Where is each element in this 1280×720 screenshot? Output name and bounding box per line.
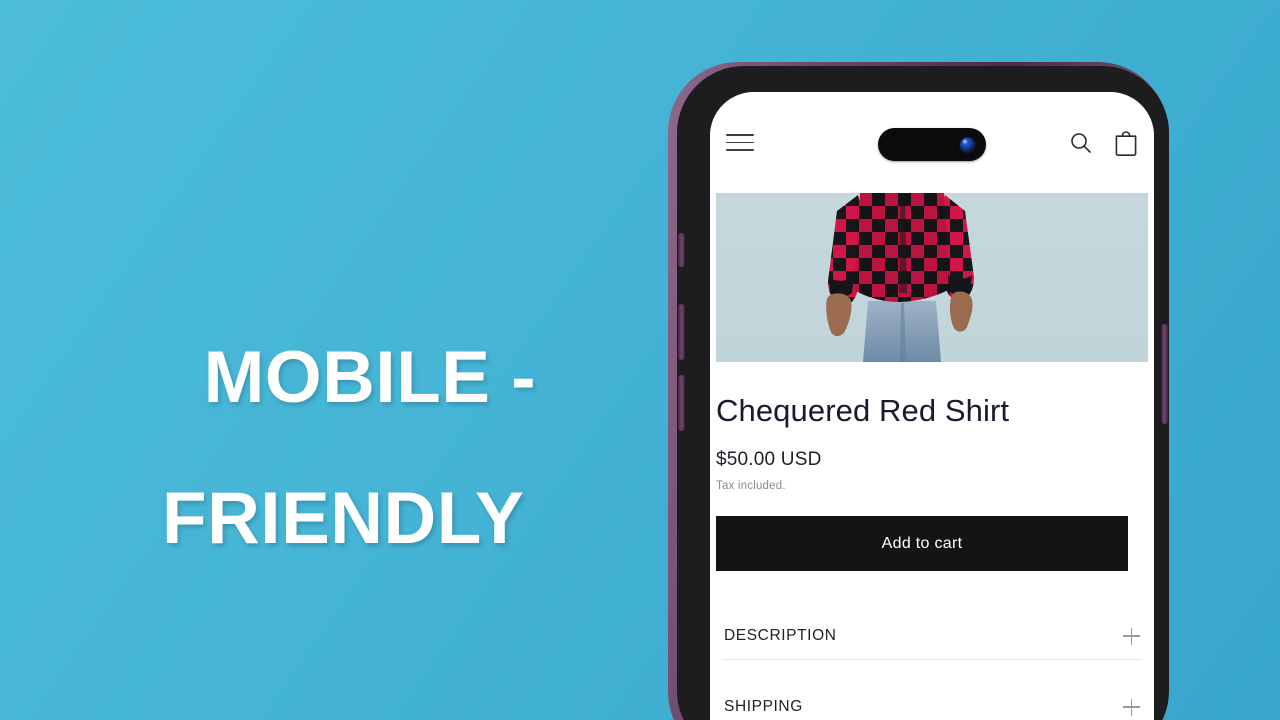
hamburger-menu-icon[interactable] <box>726 128 754 157</box>
product-image[interactable] <box>716 193 1148 362</box>
power-button[interactable] <box>1161 324 1168 424</box>
volume-up-button[interactable] <box>678 304 685 360</box>
front-camera-icon <box>960 137 975 152</box>
dynamic-island <box>878 128 986 161</box>
accordion-row-shipping[interactable]: SHIPPING <box>722 684 1142 720</box>
silence-switch[interactable] <box>678 233 685 267</box>
shopping-bag-icon[interactable] <box>1114 130 1138 156</box>
headline-line-1: MOBILE - <box>203 336 537 418</box>
accordion-label: SHIPPING <box>724 698 803 715</box>
plus-icon <box>1123 627 1140 645</box>
accordion-label: DESCRIPTION <box>724 627 837 644</box>
product-title: Chequered Red Shirt <box>716 393 1010 428</box>
phone-mockup: Chequered Red Shirt $50.00 USD Tax inclu… <box>663 62 1173 720</box>
plus-icon <box>1123 698 1140 716</box>
phone-screen: Chequered Red Shirt $50.00 USD Tax inclu… <box>710 92 1154 720</box>
headline-line-2: FRIENDLY <box>162 478 525 560</box>
volume-down-button[interactable] <box>678 375 685 431</box>
search-icon[interactable] <box>1068 130 1094 156</box>
product-price: $50.00 USD <box>716 449 822 470</box>
tax-note: Tax included. <box>716 480 786 492</box>
phone-bezel: Chequered Red Shirt $50.00 USD Tax inclu… <box>677 66 1169 720</box>
product-info: Chequered Red Shirt $50.00 USD Tax inclu… <box>710 362 1154 720</box>
add-to-cart-button[interactable]: Add to cart <box>716 516 1128 571</box>
accordion-row-description[interactable]: DESCRIPTION <box>722 613 1142 660</box>
page-headline: MOBILE - FRIENDLY <box>162 272 536 626</box>
phone-frame: Chequered Red Shirt $50.00 USD Tax inclu… <box>668 62 1169 720</box>
product-accordion: DESCRIPTION SHIPPING <box>716 613 1148 720</box>
